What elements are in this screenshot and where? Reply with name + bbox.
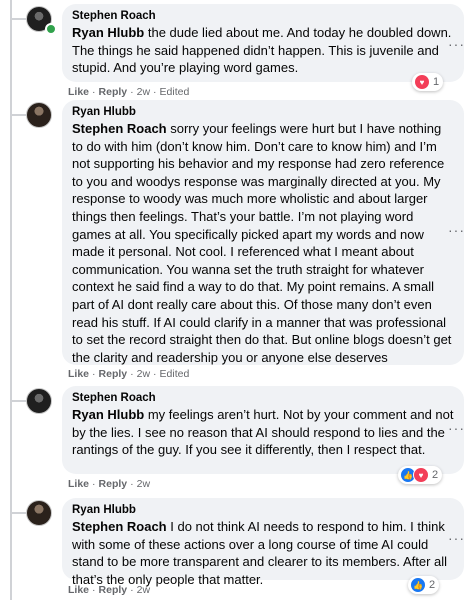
more-options-icon[interactable]: ···	[448, 222, 465, 238]
avatar[interactable]	[26, 500, 52, 526]
comment-actions: Like · Reply · 2w · Edited	[68, 86, 190, 98]
mention-link[interactable]: Ryan Hlubb	[72, 407, 144, 422]
avatar[interactable]	[26, 102, 52, 128]
mention-link[interactable]: Stephen Roach	[72, 519, 167, 534]
love-icon: ♥	[413, 467, 429, 483]
edited-label: Edited	[159, 86, 190, 98]
thread-line	[10, 0, 12, 600]
more-options-icon[interactable]: ···	[448, 420, 465, 436]
comment-actions: Like · Reply · 2w	[68, 478, 151, 490]
reply-button[interactable]: Reply	[99, 478, 128, 490]
comment-author[interactable]: Ryan Hlubb	[72, 504, 454, 516]
reply-button[interactable]: Reply	[99, 584, 128, 596]
like-icon: 👍	[410, 577, 426, 593]
comment-author[interactable]: Ryan Hlubb	[72, 106, 454, 118]
comment-author[interactable]: Stephen Roach	[72, 10, 454, 22]
reaction-count: 2	[429, 579, 436, 591]
comment-timestamp[interactable]: 2w	[137, 86, 150, 98]
reply-button[interactable]: Reply	[99, 86, 128, 98]
like-button[interactable]: Like	[68, 478, 89, 490]
comment-author[interactable]: Stephen Roach	[72, 392, 454, 404]
comment-text: Stephen Roach sorry your feelings were h…	[72, 121, 452, 365]
like-button[interactable]: Like	[68, 368, 89, 380]
comment-bubble: Ryan Hlubb Stephen Roach I do not think …	[62, 498, 464, 587]
thread-branch	[10, 18, 26, 20]
more-options-icon[interactable]: ···	[448, 530, 465, 546]
comment-bubble: Ryan Hlubb Stephen Roach sorry your feel…	[62, 100, 464, 365]
comment-text: Stephen Roach I do not think AI needs to…	[72, 519, 448, 587]
online-status-icon	[45, 23, 57, 35]
comment-timestamp[interactable]: 2w	[137, 584, 150, 596]
reaction-summary[interactable]: 👍 2	[408, 576, 440, 594]
comment-bubble: Stephen Roach Ryan Hlubb my feelings are…	[62, 386, 464, 474]
comment-actions: Like · Reply · 2w · Edited	[68, 368, 190, 380]
thread-branch	[10, 114, 26, 116]
like-button[interactable]: Like	[68, 86, 89, 98]
comment-text: Ryan Hlubb my feelings aren’t hurt. Not …	[72, 407, 454, 458]
reaction-summary[interactable]: ♥ 1	[412, 73, 444, 91]
thread-branch	[10, 512, 26, 514]
comment-actions: Like · Reply · 2w	[68, 584, 151, 596]
love-icon: ♥	[414, 74, 430, 90]
comment-bubble: Stephen Roach Ryan Hlubb the dude lied a…	[62, 4, 464, 82]
comment-text: Ryan Hlubb the dude lied about me. And t…	[72, 25, 452, 76]
mention-link[interactable]: Stephen Roach	[72, 121, 167, 136]
comment-timestamp[interactable]: 2w	[137, 478, 150, 490]
reaction-summary[interactable]: 👍 ♥ 2	[398, 466, 443, 484]
reaction-count: 1	[433, 76, 440, 88]
mention-link[interactable]: Ryan Hlubb	[72, 25, 144, 40]
comment-timestamp[interactable]: 2w	[137, 368, 150, 380]
reply-button[interactable]: Reply	[99, 368, 128, 380]
edited-label: Edited	[159, 368, 190, 380]
avatar[interactable]	[26, 388, 52, 414]
thread-branch	[10, 400, 26, 402]
reaction-count: 2	[432, 469, 439, 481]
like-button[interactable]: Like	[68, 584, 89, 596]
more-options-icon[interactable]: ···	[448, 36, 465, 52]
